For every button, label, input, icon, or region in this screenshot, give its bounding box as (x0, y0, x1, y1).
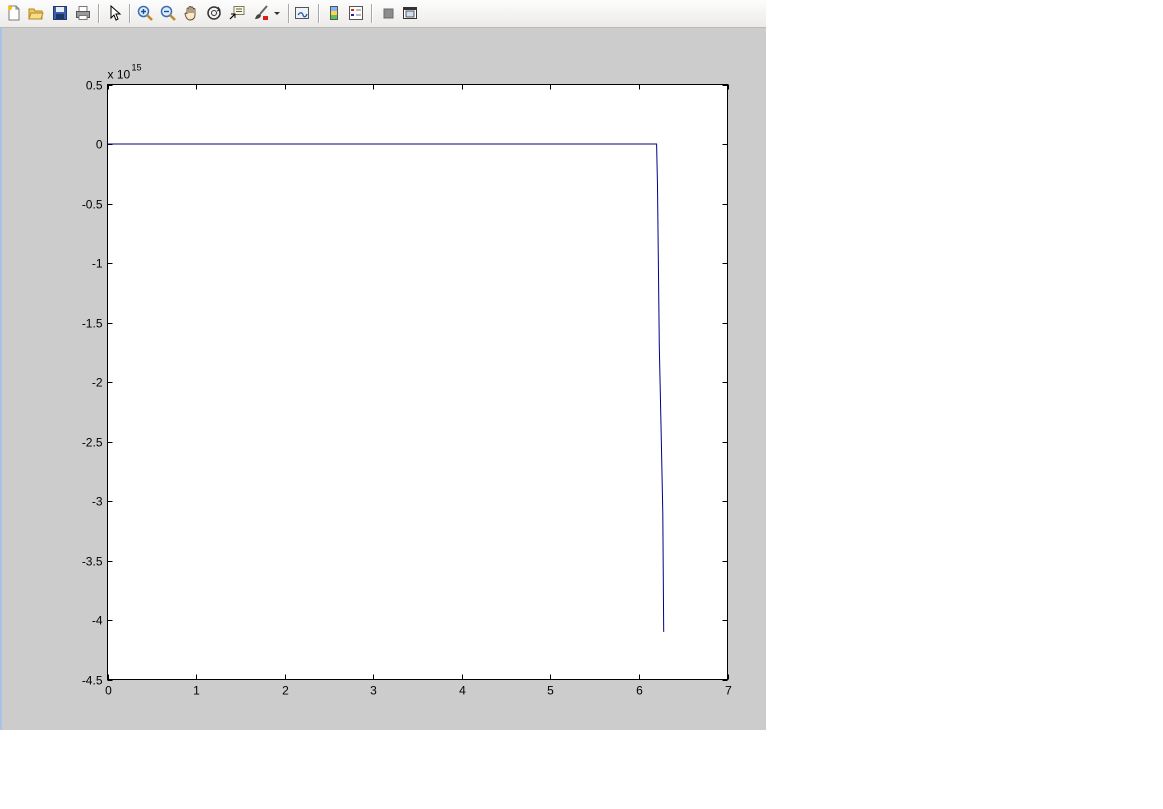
axes-area[interactable] (107, 84, 728, 680)
y-tick-label: 0.5 (86, 79, 103, 93)
y-tick-labels: 0.5 0 -0.5 -1 -1.5 -2 -2.5 -3 -3.5 -4 -4.5 (82, 79, 103, 688)
y-exponent-power: 15 (132, 63, 142, 73)
x-tick-labels: 0 1 2 3 4 5 6 7 (105, 684, 732, 698)
y-tick-label: -3 (92, 495, 103, 509)
y-exponent-base: x 10 (108, 68, 131, 82)
y-tick-label: -1 (92, 257, 103, 271)
y-tick-label: 0 (96, 138, 103, 152)
x-tick-label: 6 (636, 684, 643, 698)
y-tick-label: -0.5 (82, 198, 103, 212)
x-tick-label: 2 (282, 684, 289, 698)
x-tick-label: 0 (105, 684, 112, 698)
x-tick-label: 4 (459, 684, 466, 698)
plot-canvas: 0 1 2 3 4 5 6 7 0.5 0 -0.5 -1 -1.5 -2 -2.5 -3 -3.5 -4 -4.… (82, 63, 732, 698)
y-tick-label: -1.5 (82, 317, 103, 331)
y-tick-label: -2.5 (82, 436, 103, 450)
x-tick-label: 7 (725, 684, 732, 698)
figure-window: 0 1 2 3 4 5 6 7 0.5 0 -0.5 -1 -1.5 -2 -2.5 -3 -3.5 -4 -4.… (0, 0, 766, 730)
y-tick-label: -3.5 (82, 555, 103, 569)
y-tick-label: -4 (92, 614, 103, 628)
x-tick-label: 5 (547, 684, 554, 698)
y-tick-label: -2 (92, 376, 103, 390)
x-tick-label: 1 (193, 684, 200, 698)
y-tick-label: -4.5 (82, 674, 103, 688)
x-tick-label: 3 (370, 684, 377, 698)
